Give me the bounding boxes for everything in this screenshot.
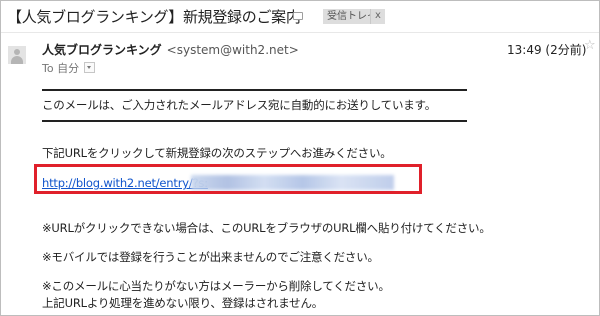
important-marker-icon[interactable] — [293, 12, 303, 20]
sender-name[interactable]: 人気ブログランキング — [42, 43, 162, 57]
note-mobile: ※モバイルでは登録を行うことが出来ませんのでご注意ください。 — [42, 250, 379, 264]
note-url-paste: ※URLがクリックできない場合は、このURLをブラウザのURL欄へ貼り付けてくだ… — [42, 221, 491, 235]
top-rule — [42, 89, 467, 91]
note-delete-line2: 上記URLより処理を進めない限り、登録はされません。 — [42, 296, 324, 310]
recipient-line: To 自分 — [42, 60, 96, 76]
email-subject: 【人気ブログランキング】新規登録のご案内 — [7, 8, 301, 26]
avatar-head — [14, 49, 20, 55]
received-time: 13:49 (2分前) — [507, 43, 587, 57]
bottom-rule — [42, 120, 467, 122]
star-icon[interactable]: ☆ — [584, 39, 596, 52]
show-details-dropdown-icon[interactable] — [84, 62, 96, 73]
avatar[interactable] — [8, 46, 26, 64]
recipient-text: To 自分 — [42, 62, 80, 75]
sender-email: <system@with2.net> — [166, 43, 299, 57]
instruction-text: 下記URLをクリックして新規登録の次のステップへお進みください。 — [42, 146, 392, 160]
email-window: 【人気ブログランキング】新規登録のご案内 受信トレイ x 人気ブログランキング <… — [0, 0, 600, 316]
note-delete-line1: ※このメールに心当たりがない方はメーラーから削除してください。 — [42, 279, 390, 293]
header-divider — [1, 32, 599, 33]
link-highlight-box — [34, 164, 422, 194]
auto-send-notice: このメールは、ご入力されたメールアドレス宛に自動的にお送りしています。 — [42, 98, 437, 112]
avatar-shoulders — [11, 56, 23, 64]
sender-line: 人気ブログランキング <system@with2.net> — [42, 41, 299, 58]
remove-label-button[interactable]: x — [370, 9, 385, 24]
